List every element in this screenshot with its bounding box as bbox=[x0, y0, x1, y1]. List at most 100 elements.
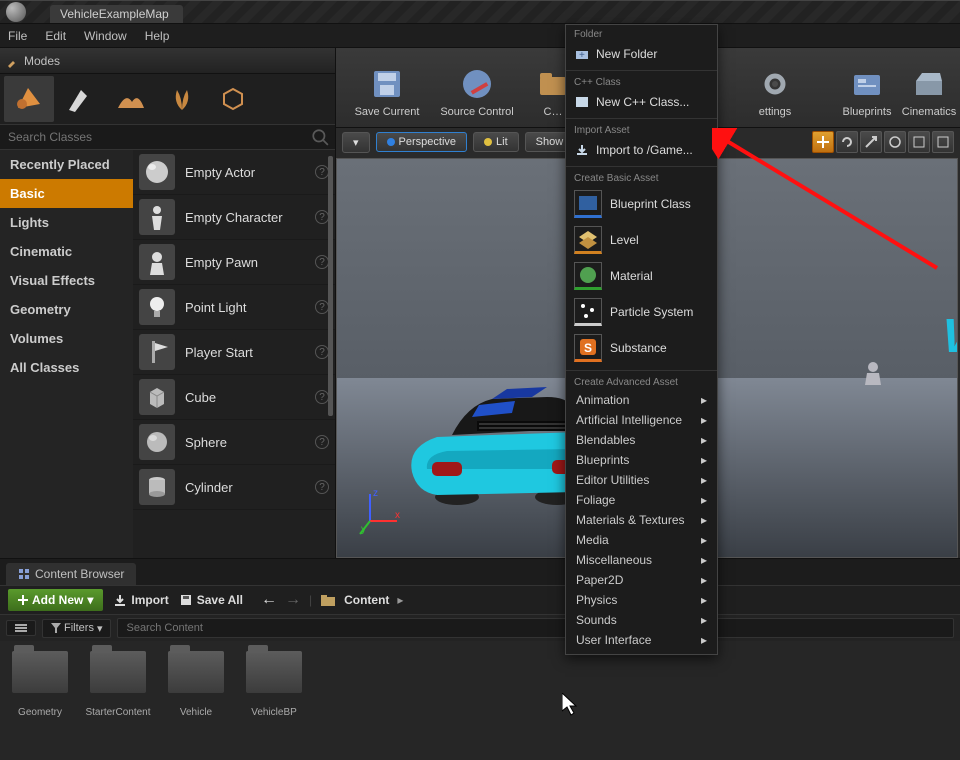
mode-geometry[interactable] bbox=[208, 76, 258, 122]
grid-icon bbox=[18, 568, 30, 580]
menu-item-physics[interactable]: Physics▸ bbox=[566, 590, 717, 610]
folder-icon bbox=[12, 651, 68, 693]
actor-point-light[interactable]: Point Light? bbox=[133, 285, 335, 330]
toolbar-blueprints[interactable]: Blueprints bbox=[836, 52, 898, 124]
menu-item-foliage[interactable]: Foliage▸ bbox=[566, 490, 717, 510]
breadcrumb-arrow-icon[interactable]: ▸ bbox=[397, 593, 403, 607]
mode-landscape[interactable] bbox=[106, 76, 156, 122]
svg-text:S: S bbox=[584, 341, 592, 355]
menu-item-level[interactable]: Level bbox=[566, 222, 717, 258]
toolbar-save-current[interactable]: Save Current bbox=[342, 52, 432, 124]
menu-item-new-folder[interactable]: +New Folder bbox=[566, 42, 717, 66]
folder-icon bbox=[90, 651, 146, 693]
menu-item-new-cpp-class[interactable]: New C++ Class... bbox=[566, 90, 717, 114]
actor-empty-actor[interactable]: Empty Actor? bbox=[133, 150, 335, 195]
import-icon bbox=[574, 142, 590, 158]
nav-back-button[interactable]: ← bbox=[261, 591, 277, 609]
modes-panel-header[interactable]: Modes bbox=[0, 48, 335, 74]
category-volumes[interactable]: Volumes bbox=[0, 324, 133, 353]
content-browser-tab[interactable]: Content Browser bbox=[6, 563, 136, 585]
help-icon[interactable]: ? bbox=[315, 390, 329, 404]
actor-cylinder[interactable]: Cylinder? bbox=[133, 465, 335, 510]
mode-place[interactable] bbox=[4, 76, 54, 122]
category-recently-placed[interactable]: Recently Placed bbox=[0, 150, 133, 179]
mode-paint[interactable] bbox=[55, 76, 105, 122]
submenu-arrow-icon: ▸ bbox=[701, 513, 707, 527]
mode-foliage[interactable] bbox=[157, 76, 207, 122]
actor-sphere[interactable]: Sphere? bbox=[133, 420, 335, 465]
add-new-button[interactable]: Add New▾ bbox=[8, 589, 103, 611]
viewport-perspective-button[interactable]: Perspective bbox=[376, 132, 467, 152]
menu-item-user-interface[interactable]: User Interface▸ bbox=[566, 630, 717, 650]
viewport-lit-button[interactable]: Lit bbox=[473, 132, 519, 152]
breadcrumb-content[interactable]: Content bbox=[344, 593, 389, 607]
actor-cube[interactable]: Cube? bbox=[133, 375, 335, 420]
menu-file[interactable]: File bbox=[8, 29, 27, 43]
sources-toggle-button[interactable] bbox=[6, 620, 36, 636]
actor-empty-pawn[interactable]: Empty Pawn? bbox=[133, 240, 335, 285]
toolbar-source-control[interactable]: Source Control bbox=[432, 52, 522, 124]
menu-item-sounds[interactable]: Sounds▸ bbox=[566, 610, 717, 630]
help-icon[interactable]: ? bbox=[315, 255, 329, 269]
folder-vehicle-bp[interactable]: VehicleBP bbox=[244, 651, 304, 718]
level-tab[interactable]: VehicleExampleMap bbox=[50, 5, 183, 23]
folder-icon[interactable] bbox=[320, 593, 336, 607]
level-icon bbox=[574, 226, 602, 254]
nav-forward-button[interactable]: → bbox=[285, 591, 301, 609]
menu-item-blueprint-class[interactable]: Blueprint Class bbox=[566, 186, 717, 222]
modes-category-list: Recently Placed Basic Lights Cinematic V… bbox=[0, 150, 133, 558]
menu-window[interactable]: Window bbox=[84, 29, 127, 43]
category-cinematic[interactable]: Cinematic bbox=[0, 237, 133, 266]
menu-item-miscellaneous[interactable]: Miscellaneous▸ bbox=[566, 550, 717, 570]
menu-item-paper2d[interactable]: Paper2D▸ bbox=[566, 570, 717, 590]
menu-item-blendables[interactable]: Blendables▸ bbox=[566, 430, 717, 450]
folder-geometry[interactable]: Geometry bbox=[10, 651, 70, 718]
help-icon[interactable]: ? bbox=[315, 480, 329, 494]
import-button[interactable]: Import bbox=[113, 593, 168, 607]
menu-section-import: Import Asset bbox=[566, 118, 717, 138]
menu-item-editor-utilities[interactable]: Editor Utilities▸ bbox=[566, 470, 717, 490]
modes-search-input[interactable] bbox=[0, 125, 311, 149]
actor-player-start[interactable]: Player Start? bbox=[133, 330, 335, 375]
help-icon[interactable]: ? bbox=[315, 300, 329, 314]
help-icon[interactable]: ? bbox=[315, 165, 329, 179]
toolbar-cinematics[interactable]: Cinematics bbox=[898, 52, 960, 124]
actor-empty-character[interactable]: Empty Character? bbox=[133, 195, 335, 240]
menu-item-animation[interactable]: Animation▸ bbox=[566, 390, 717, 410]
menu-edit[interactable]: Edit bbox=[45, 29, 66, 43]
content-search-input[interactable] bbox=[117, 618, 954, 638]
category-basic[interactable]: Basic bbox=[0, 179, 133, 208]
toolbar-settings[interactable]: ettings bbox=[744, 52, 806, 124]
svg-text:+: + bbox=[579, 50, 585, 61]
submenu-arrow-icon: ▸ bbox=[701, 573, 707, 587]
category-geometry[interactable]: Geometry bbox=[0, 295, 133, 324]
help-icon[interactable]: ? bbox=[315, 345, 329, 359]
menu-item-materials-textures[interactable]: Materials & Textures▸ bbox=[566, 510, 717, 530]
svg-text:y: y bbox=[361, 524, 366, 535]
perspective-icon bbox=[387, 138, 395, 146]
help-icon[interactable]: ? bbox=[315, 210, 329, 224]
filters-button[interactable]: Filters▾ bbox=[42, 619, 111, 638]
content-browser-body[interactable]: Geometry StarterContent Vehicle VehicleB… bbox=[0, 641, 960, 718]
menu-item-substance[interactable]: SSubstance bbox=[566, 330, 717, 366]
menu-item-ai[interactable]: Artificial Intelligence▸ bbox=[566, 410, 717, 430]
submenu-arrow-icon: ▸ bbox=[701, 393, 707, 407]
category-all-classes[interactable]: All Classes bbox=[0, 353, 133, 382]
folder-plus-icon: + bbox=[574, 46, 590, 62]
menu-help[interactable]: Help bbox=[145, 29, 170, 43]
folder-starter-content[interactable]: StarterContent bbox=[88, 651, 148, 718]
folder-icon bbox=[246, 651, 302, 693]
help-icon[interactable]: ? bbox=[315, 435, 329, 449]
folder-vehicle[interactable]: Vehicle bbox=[166, 651, 226, 718]
actor-list-scrollbar[interactable] bbox=[328, 156, 333, 416]
menu-item-media[interactable]: Media▸ bbox=[566, 530, 717, 550]
menu-item-import-to[interactable]: Import to /Game... bbox=[566, 138, 717, 162]
category-visual-effects[interactable]: Visual Effects bbox=[0, 266, 133, 295]
category-lights[interactable]: Lights bbox=[0, 208, 133, 237]
brush-icon bbox=[6, 54, 20, 68]
viewport-options-dropdown[interactable]: ▾ bbox=[342, 132, 370, 153]
menu-item-material[interactable]: Material bbox=[566, 258, 717, 294]
save-all-button[interactable]: Save All bbox=[179, 593, 243, 607]
menu-item-blueprints-adv[interactable]: Blueprints▸ bbox=[566, 450, 717, 470]
menu-item-particle-system[interactable]: Particle System bbox=[566, 294, 717, 330]
